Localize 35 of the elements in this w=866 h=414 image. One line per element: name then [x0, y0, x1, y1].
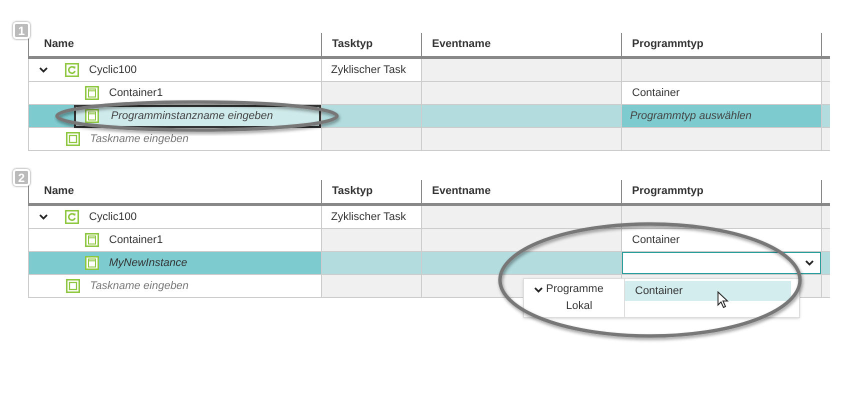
program-icon — [85, 109, 99, 123]
column-header[interactable]: Programmtyp — [622, 180, 822, 203]
mouse-pointer-icon — [717, 291, 729, 309]
category-item[interactable]: Lokal — [566, 298, 592, 315]
column-header[interactable]: Eventname — [422, 180, 622, 203]
program-icon — [85, 256, 99, 270]
program-icon — [85, 233, 99, 247]
programmtyp-select[interactable] — [622, 252, 821, 274]
tree-item-label[interactable]: Cyclic100 — [89, 208, 137, 226]
collapse-chevron-icon[interactable] — [39, 67, 48, 73]
task-icon — [66, 132, 80, 146]
tree-item-label[interactable]: Taskname eingeben — [90, 130, 189, 148]
column-header[interactable]: Name — [28, 180, 322, 203]
task-icon — [66, 279, 80, 293]
tree-item-label[interactable]: Container1 — [109, 84, 163, 102]
dropdown-option[interactable]: Container — [625, 281, 791, 301]
programmtyp-cell[interactable]: Programmtyp auswählen — [622, 105, 822, 127]
name-placeholder: Programminstanzname eingeben — [111, 108, 274, 124]
refresh-icon — [65, 210, 79, 224]
column-header[interactable]: Eventname — [422, 33, 622, 56]
dropdown-chevron-icon[interactable] — [805, 260, 814, 266]
column-header[interactable]: Name — [28, 33, 322, 56]
tree-item-label[interactable]: Cyclic100 — [89, 62, 137, 78]
step-badge: 2 — [13, 169, 30, 186]
column-header[interactable]: Tasktyp — [322, 180, 422, 203]
step-badge: 1 — [13, 22, 30, 39]
program-icon — [85, 86, 99, 100]
tree-item-label[interactable]: Taskname eingeben — [90, 278, 189, 294]
refresh-icon — [65, 63, 79, 77]
category-item[interactable]: Programme — [546, 281, 604, 298]
collapse-chevron-icon[interactable] — [534, 286, 543, 292]
tree-item-label[interactable]: Container1 — [109, 232, 163, 248]
collapse-chevron-icon[interactable] — [39, 214, 48, 220]
column-header[interactable]: Tasktyp — [322, 33, 422, 56]
column-header[interactable]: Programmtyp — [622, 33, 822, 56]
